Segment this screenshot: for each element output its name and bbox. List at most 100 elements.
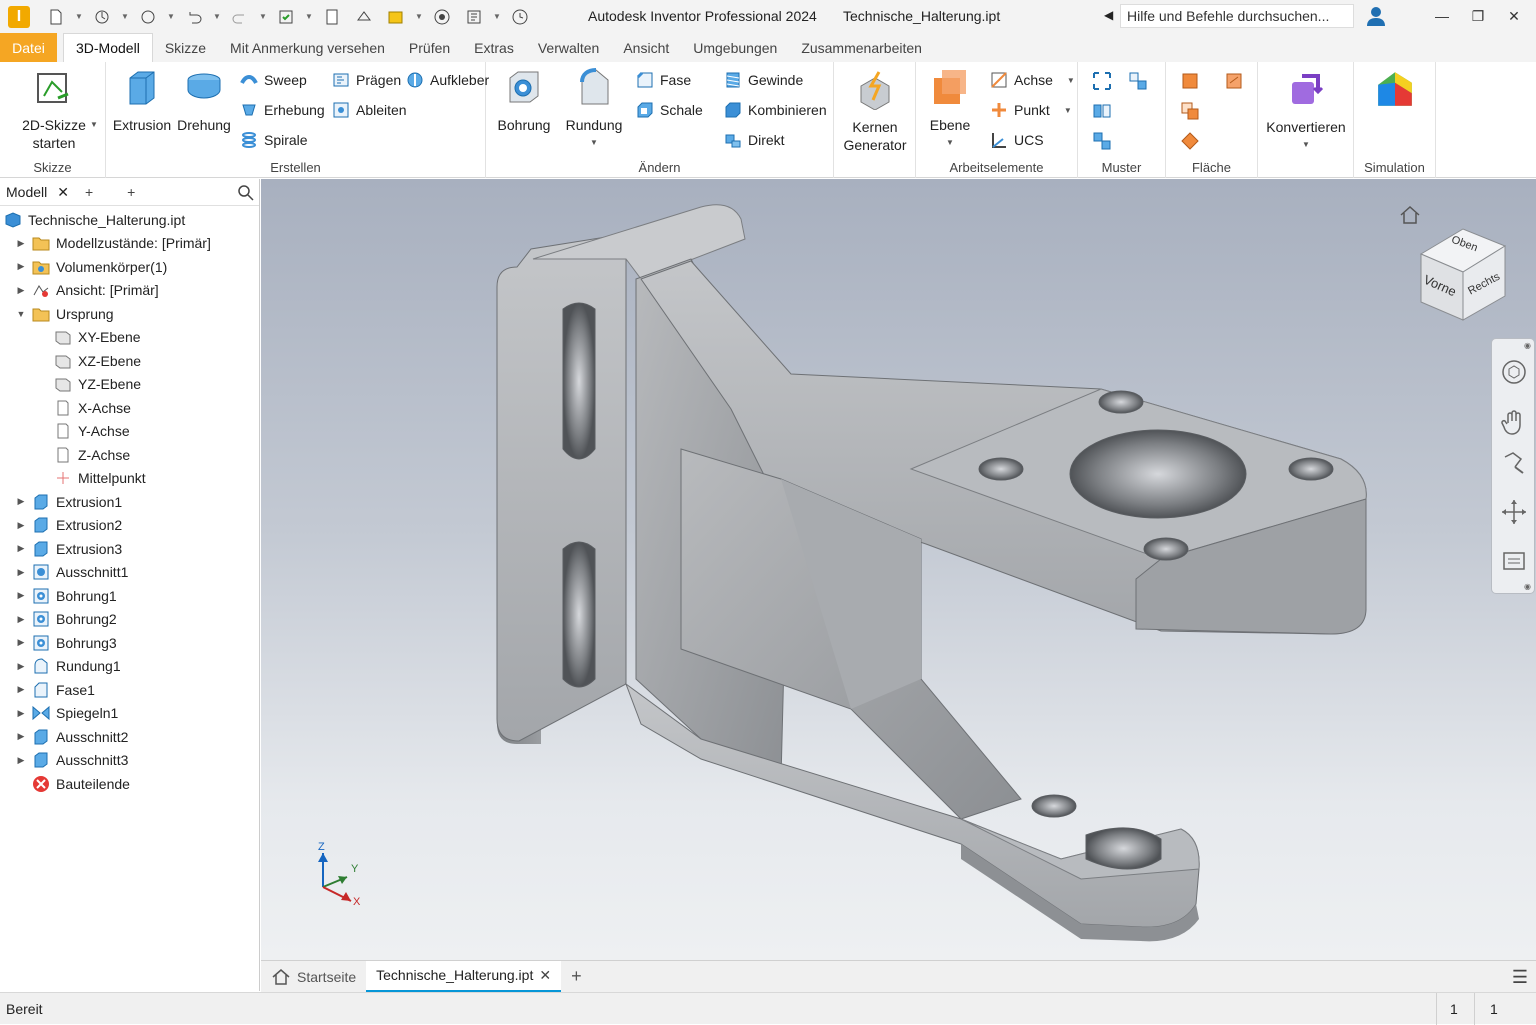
- expand-toggle-icon[interactable]: ▶: [16, 238, 26, 249]
- close-icon[interactable]: ✕: [57, 184, 69, 201]
- sketch-pattern-icon[interactable]: [1092, 131, 1112, 151]
- ucs-button[interactable]: UCS: [990, 131, 1044, 149]
- close-button[interactable]: ✕: [1502, 6, 1526, 26]
- tab-file[interactable]: Datei: [0, 33, 57, 62]
- chevron-down-icon[interactable]: ▼: [590, 134, 598, 152]
- trim-icon[interactable]: [1180, 131, 1200, 151]
- expand-toggle-icon[interactable]: ▶: [16, 661, 26, 672]
- pan-icon[interactable]: [1499, 407, 1529, 437]
- redo-icon[interactable]: [226, 5, 254, 29]
- axis-button[interactable]: Achse ▼: [990, 71, 1075, 89]
- chevron-down-icon[interactable]: ▼: [74, 12, 84, 21]
- tree-item[interactable]: ▶ Extrusion3: [0, 537, 259, 561]
- tree-item[interactable]: Y-Achse: [0, 420, 259, 444]
- help-icon[interactable]: [506, 5, 534, 29]
- look-at-icon[interactable]: [1499, 545, 1529, 575]
- generator-button[interactable]: Kernen Generator: [840, 70, 910, 154]
- tree-item[interactable]: ▶ Ansicht: [Primär]: [0, 279, 259, 303]
- emboss-button[interactable]: Prägen: [332, 71, 401, 89]
- revolve-button[interactable]: Drehung: [176, 68, 232, 134]
- browser-tab-model[interactable]: Modell ✕: [0, 184, 75, 201]
- bracket-3d-model[interactable]: [261, 179, 1536, 960]
- mirror-icon[interactable]: [1092, 101, 1112, 121]
- chevron-down-icon[interactable]: ▼: [1067, 76, 1075, 85]
- expand-toggle-icon[interactable]: ▶: [16, 590, 26, 601]
- expand-toggle-icon[interactable]: ▶: [16, 684, 26, 695]
- rectangular-pattern-icon[interactable]: [1092, 71, 1112, 91]
- shell-button[interactable]: Schale: [636, 101, 703, 119]
- tree-item[interactable]: ▶ Ausschnitt2: [0, 725, 259, 749]
- tree-item[interactable]: XZ-Ebene: [0, 349, 259, 373]
- point-button[interactable]: Punkt ▼: [990, 101, 1072, 119]
- stress-analysis-icon[interactable]: [1374, 68, 1416, 110]
- tree-item[interactable]: ▶ Bohrung3: [0, 631, 259, 655]
- update-icon[interactable]: [272, 5, 300, 29]
- convert-button[interactable]: Konvertieren ▼: [1264, 70, 1348, 154]
- hamburger-menu-icon[interactable]: ☰: [1512, 967, 1528, 988]
- thread-button[interactable]: Gewinde: [724, 71, 803, 89]
- chamfer-button[interactable]: Fase: [636, 71, 691, 89]
- direct-edit-button[interactable]: Direkt: [724, 131, 785, 149]
- expand-toggle-icon[interactable]: ▶: [16, 637, 26, 648]
- nav-bar-options-icon[interactable]: ◉: [1524, 582, 1531, 591]
- chevron-down-icon[interactable]: ▼: [1302, 136, 1310, 154]
- chevron-down-icon[interactable]: ▼: [1064, 106, 1072, 115]
- tree-item[interactable]: ▶ Fase1: [0, 678, 259, 702]
- tab-3d-model[interactable]: 3D-Modell: [63, 33, 153, 62]
- user-account-icon[interactable]: [1366, 5, 1386, 27]
- expand-toggle-icon[interactable]: ▶: [16, 261, 26, 272]
- inventor-logo[interactable]: I: [8, 5, 30, 28]
- tree-item[interactable]: ▶ Volumenkörper(1): [0, 255, 259, 279]
- new-tab-icon[interactable]: +: [561, 961, 592, 993]
- expand-toggle-icon[interactable]: ▶: [16, 520, 26, 531]
- tree-item[interactable]: X-Achse: [0, 396, 259, 420]
- stitch-icon[interactable]: [1224, 71, 1244, 91]
- tab-home[interactable]: Startseite: [261, 961, 366, 993]
- sweep-button[interactable]: Sweep: [240, 71, 307, 89]
- chevron-down-icon[interactable]: ▼: [212, 12, 222, 21]
- undo-icon[interactable]: [180, 5, 208, 29]
- plus-icon[interactable]: +: [127, 184, 135, 200]
- maximize-button[interactable]: ❐: [1466, 6, 1490, 26]
- tree-item[interactable]: Technische_Halterung.ipt: [0, 208, 259, 232]
- extrusion-button[interactable]: Extrusion: [113, 68, 171, 134]
- tab-sketch[interactable]: Skizze: [153, 33, 218, 62]
- full-navigation-wheel-icon[interactable]: [1499, 357, 1529, 387]
- expand-toggle-icon[interactable]: ▼: [16, 309, 26, 319]
- new-file-icon[interactable]: [42, 5, 70, 29]
- patch-icon[interactable]: [1180, 101, 1200, 121]
- material-icon[interactable]: [428, 5, 456, 29]
- derive-button[interactable]: Ableiten: [332, 101, 407, 119]
- orbit-icon[interactable]: [1499, 497, 1529, 527]
- tree-item[interactable]: YZ-Ebene: [0, 373, 259, 397]
- measure-icon[interactable]: [350, 5, 378, 29]
- combine-button[interactable]: Kombinieren: [724, 101, 827, 119]
- tab-manage[interactable]: Verwalten: [526, 33, 611, 62]
- tree-item[interactable]: ▶ Rundung1: [0, 655, 259, 679]
- ilogic-icon[interactable]: [460, 5, 488, 29]
- expand-toggle-icon[interactable]: ▶: [16, 731, 26, 742]
- tab-document[interactable]: Technische_Halterung.ipt ✕: [366, 960, 562, 993]
- tree-item[interactable]: XY-Ebene: [0, 326, 259, 350]
- tree-item[interactable]: ▶ Extrusion1: [0, 490, 259, 514]
- nav-bar-close-icon[interactable]: ◉: [1524, 341, 1531, 350]
- tree-item[interactable]: ▶ Ausschnitt1: [0, 561, 259, 585]
- home-view-icon[interactable]: [1399, 205, 1421, 225]
- search-arrow-icon[interactable]: ◀: [1104, 8, 1113, 22]
- tree-item[interactable]: Bauteilende: [0, 772, 259, 796]
- chevron-down-icon[interactable]: ▼: [258, 12, 268, 21]
- zoom-icon[interactable]: [1499, 447, 1529, 477]
- save-icon[interactable]: [134, 5, 162, 29]
- decal-button[interactable]: Aufkleber: [406, 71, 489, 89]
- expand-toggle-icon[interactable]: ▶: [16, 708, 26, 719]
- chevron-down-icon[interactable]: ▼: [946, 134, 954, 152]
- tab-annotate[interactable]: Mit Anmerkung versehen: [218, 33, 397, 62]
- add-browser-tab-icon[interactable]: +: [85, 184, 93, 200]
- tree-item[interactable]: Z-Achse: [0, 443, 259, 467]
- search-icon[interactable]: [237, 184, 255, 202]
- tree-item[interactable]: ▶ Modellzustände: [Primär]: [0, 232, 259, 256]
- chevron-down-icon[interactable]: ▼: [90, 120, 98, 129]
- start-2d-sketch-button[interactable]: 2D-Skizze starten: [14, 68, 94, 152]
- open-file-icon[interactable]: [88, 5, 116, 29]
- expand-toggle-icon[interactable]: ▶: [16, 543, 26, 554]
